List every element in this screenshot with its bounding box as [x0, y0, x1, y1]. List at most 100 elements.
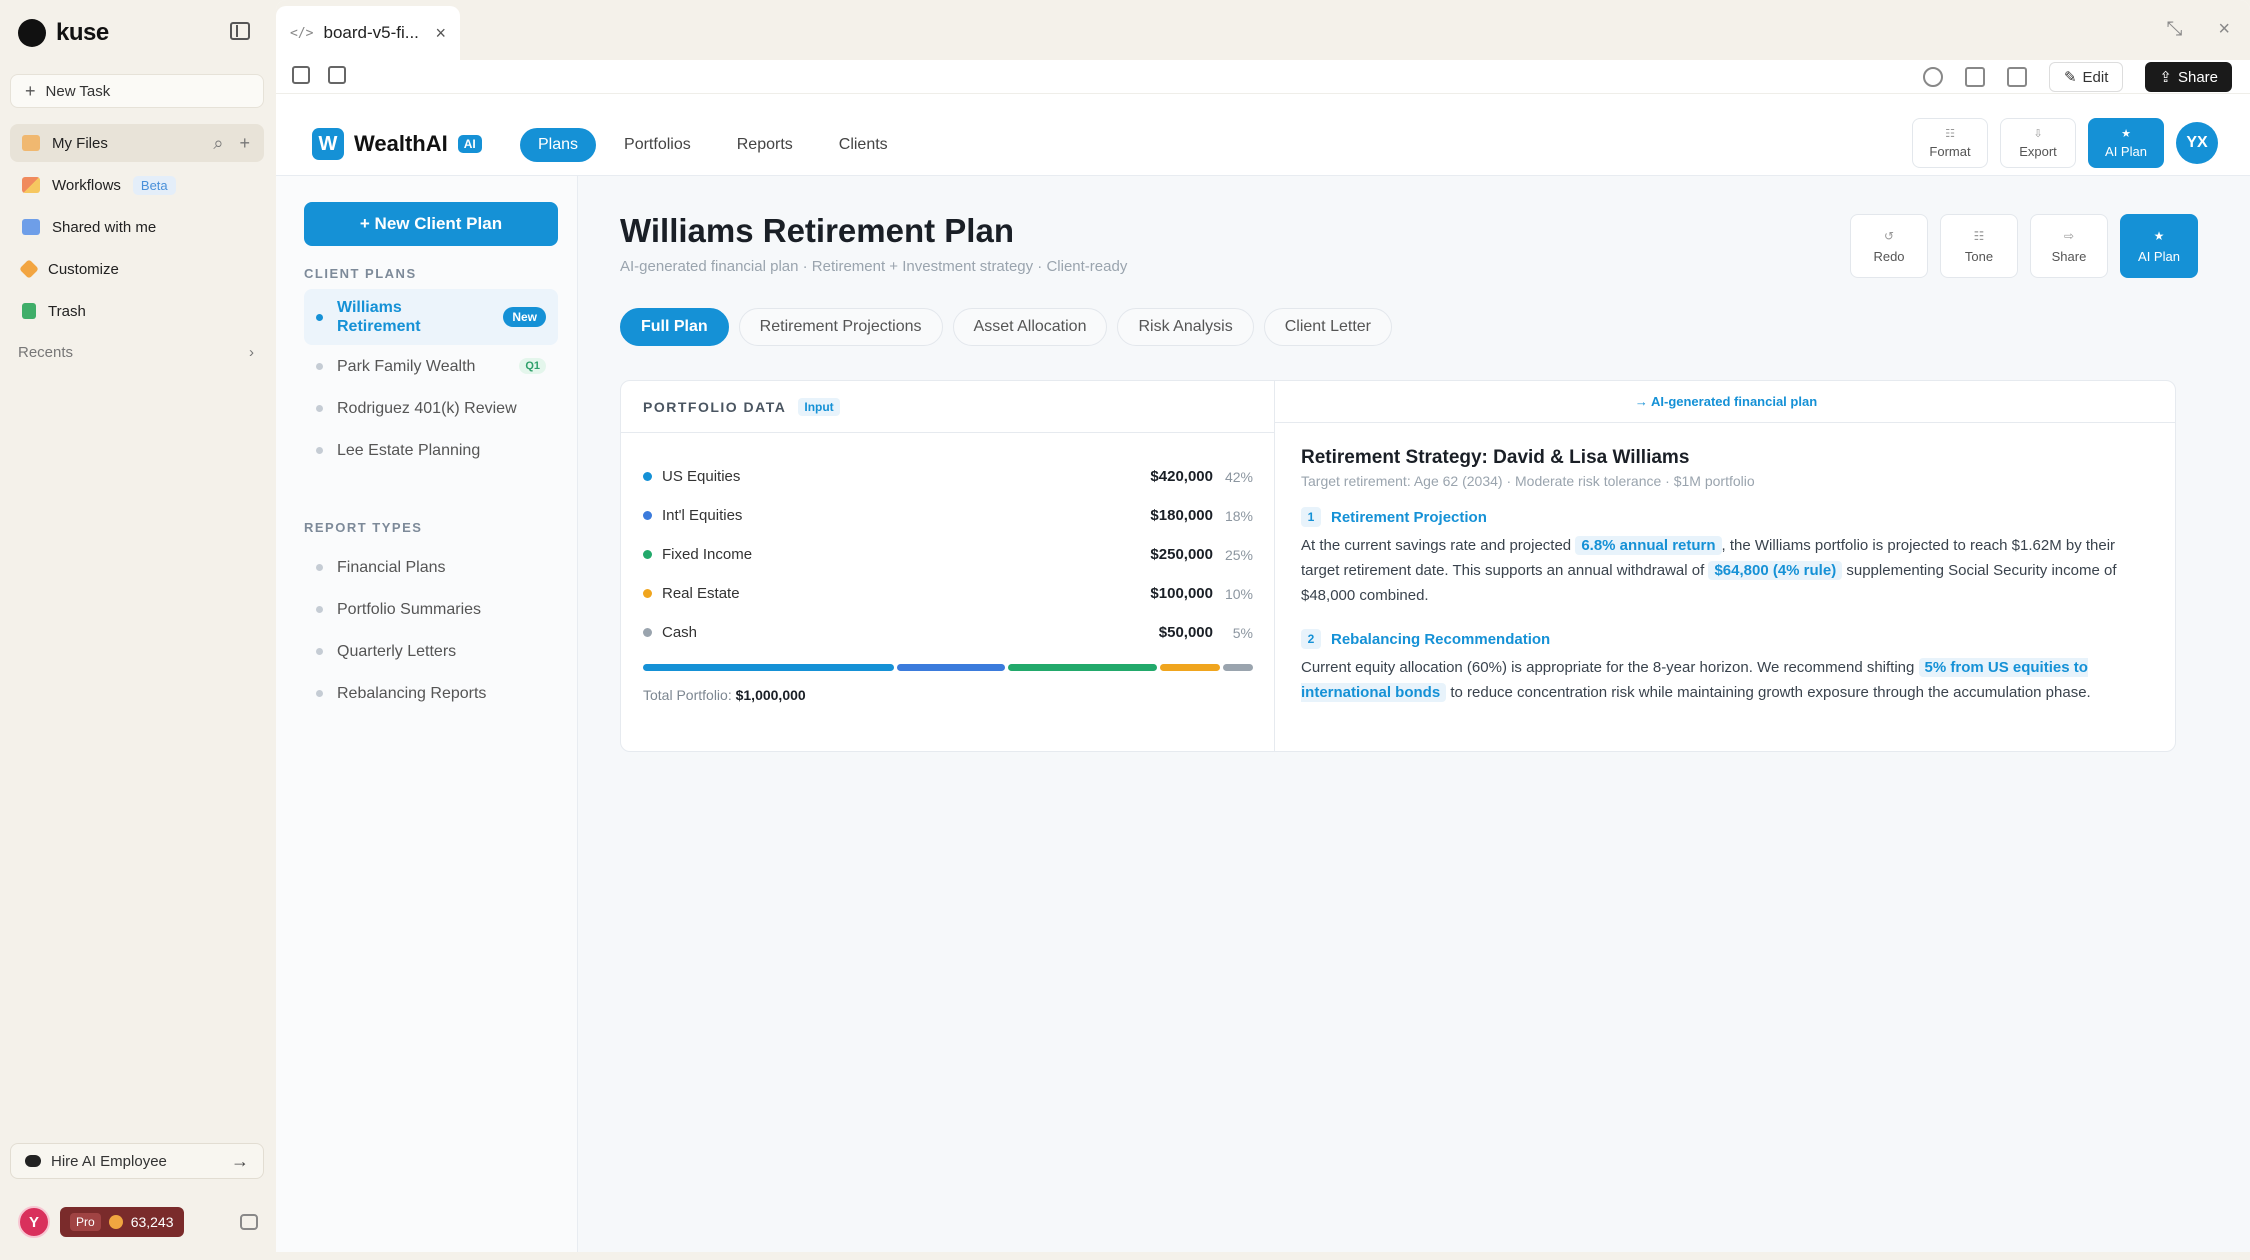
nav-tab-portfolios[interactable]: Portfolios: [606, 128, 709, 162]
section-rebalancing: 2 Rebalancing Recommendation: [1301, 629, 1550, 649]
holding-name: Cash: [662, 624, 698, 641]
preview-icon[interactable]: [1964, 67, 1985, 87]
plan-tabs: Full Plan Retirement Projections Asset A…: [620, 308, 1392, 346]
document-view-icon[interactable]: [328, 66, 346, 84]
page-actions: ↺ Redo ☷ Tone ⇨ Share ★ AI Plan: [1850, 214, 2198, 278]
total-portfolio-value: $1,000,000: [735, 687, 806, 703]
brand-logo-icon: [18, 19, 46, 47]
allocation-segment: [1160, 664, 1221, 671]
shared-icon: [22, 219, 40, 235]
search-icon[interactable]: ⌕: [213, 133, 223, 154]
bullet-icon: [316, 689, 323, 697]
report-type-rebalancing[interactable]: Rebalancing Reports: [304, 672, 558, 714]
nav-item-workflows[interactable]: Workflows Beta: [10, 166, 264, 204]
add-icon[interactable]: +: [239, 133, 250, 154]
share-icon: ⇪: [2159, 69, 2172, 86]
document-tab-title: board-v5-fi...: [323, 23, 419, 42]
report-type-quarterly-letters[interactable]: Quarterly Letters: [304, 630, 558, 672]
user-avatar-yx[interactable]: YX: [2176, 122, 2218, 164]
share-arrow-icon: ⇨: [2063, 228, 2075, 243]
tab-full-plan[interactable]: Full Plan: [620, 308, 729, 346]
main-nav: Plans Portfolios Reports Clients: [520, 128, 906, 162]
highlight-annual-return: 6.8% annual return: [1575, 536, 1722, 555]
hire-ai-employee-button[interactable]: Hire AI Employee →: [10, 1143, 264, 1179]
holding-percent: 18%: [1224, 507, 1253, 524]
wealthai-logo[interactable]: W WealthAI AI: [312, 128, 482, 160]
feedback-icon[interactable]: [240, 1214, 258, 1230]
beta-badge: Beta: [132, 175, 176, 195]
total-portfolio: Total Portfolio: $1,000,000: [643, 687, 806, 703]
workflow-icon: [22, 177, 40, 193]
share-plan-label: Share: [2051, 248, 2087, 264]
export-icon: ⇩: [2033, 128, 2043, 140]
plan-item-park[interactable]: Park Family Wealth Q1: [304, 345, 558, 387]
tab-client-letter[interactable]: Client Letter: [1263, 308, 1392, 346]
document-tab[interactable]: </> board-v5-fi... ×: [276, 6, 460, 60]
history-icon[interactable]: [1922, 67, 1943, 87]
trash-icon: [22, 303, 36, 319]
client-plans-list: Williams Retirement New Park Family Weal…: [304, 289, 558, 471]
report-type-label: Quarterly Letters: [337, 642, 457, 660]
share-button[interactable]: ⇪ Share: [2145, 62, 2232, 92]
nav-tab-reports[interactable]: Reports: [719, 128, 811, 162]
tone-button[interactable]: ☷ Tone: [1940, 214, 2018, 278]
report-type-financial-plans[interactable]: Financial Plans: [304, 546, 558, 588]
nav-item-shared[interactable]: Shared with me: [10, 208, 264, 246]
ai-badge: AI: [457, 135, 482, 153]
new-client-plan-button[interactable]: + New Client Plan: [304, 202, 558, 246]
holding-percent: 25%: [1224, 546, 1253, 563]
new-task-label: New Task: [45, 82, 111, 100]
holding-name: Int'l Equities: [662, 507, 743, 524]
tab-asset-allocation[interactable]: Asset Allocation: [952, 308, 1108, 346]
nav-item-customize[interactable]: Customize: [10, 250, 264, 288]
allocation-segment: [1007, 664, 1158, 671]
new-task-button[interactable]: + New Task: [10, 74, 264, 108]
client-plans-heading: CLIENT PLANS: [304, 266, 417, 281]
coin-icon: [108, 1215, 123, 1229]
desktop-view-icon[interactable]: [292, 66, 310, 84]
tab-retirement-projections[interactable]: Retirement Projections: [738, 308, 943, 346]
retirement-projection-text: At the current savings rate and projecte…: [1301, 533, 2157, 608]
portfolio-data-header: PORTFOLIO DATA Input: [621, 381, 1274, 433]
plan-item-rodriguez[interactable]: Rodriguez 401(k) Review: [304, 387, 558, 429]
ai-plan-header-button[interactable]: ★ AI Plan: [2088, 118, 2164, 168]
holding-color-dot: [643, 550, 652, 559]
share-plan-button[interactable]: ⇨ Share: [2030, 214, 2108, 278]
recents-toggle[interactable]: Recents ›: [18, 344, 254, 361]
nav-tab-clients[interactable]: Clients: [821, 128, 906, 162]
app-sidebar: kuse + New Task My Files ⌕ + Workflows B…: [0, 0, 276, 1260]
bullet-icon: [316, 563, 323, 571]
brand[interactable]: kuse: [18, 18, 109, 48]
collapse-icon[interactable]: ⤡: [2166, 18, 2182, 41]
plan-item-williams[interactable]: Williams Retirement New: [304, 289, 558, 345]
close-tab-icon[interactable]: ×: [435, 23, 446, 44]
employee-icon: [25, 1155, 41, 1167]
report-type-label: Portfolio Summaries: [337, 600, 482, 618]
download-icon[interactable]: [2006, 67, 2027, 87]
redo-button[interactable]: ↺ Redo: [1850, 214, 1928, 278]
bullet-icon: [316, 647, 323, 655]
ai-plan-button[interactable]: ★ AI Plan: [2120, 214, 2198, 278]
user-avatar[interactable]: Y: [18, 1206, 50, 1238]
credits-badge[interactable]: Pro 63,243: [60, 1207, 184, 1237]
plan-item-lee[interactable]: Lee Estate Planning: [304, 429, 558, 471]
tab-risk-analysis[interactable]: Risk Analysis: [1117, 308, 1254, 346]
format-button[interactable]: ☷ Format: [1912, 118, 1988, 168]
redo-icon: ↺: [1883, 228, 1895, 243]
window-controls: ⤡ ×: [2166, 18, 2230, 41]
share-label: Share: [2177, 68, 2218, 86]
hire-label: Hire AI Employee: [51, 1152, 167, 1170]
nav-tab-plans[interactable]: Plans: [520, 128, 597, 162]
wealthai-logo-icon: W: [312, 128, 344, 160]
nav-item-my-files[interactable]: My Files ⌕ +: [10, 124, 264, 162]
report-types-heading: REPORT TYPES: [304, 520, 423, 535]
edit-button[interactable]: ✎ Edit: [2048, 62, 2124, 92]
recents-label: Recents: [18, 344, 74, 361]
report-type-portfolio-summaries[interactable]: Portfolio Summaries: [304, 588, 558, 630]
export-button[interactable]: ⇩ Export: [2000, 118, 2076, 168]
close-window-icon[interactable]: ×: [2218, 18, 2230, 41]
tone-label: Tone: [1964, 248, 1994, 264]
report-types-list: Financial Plans Portfolio Summaries Quar…: [304, 546, 558, 714]
sidebar-toggle-icon[interactable]: [230, 22, 250, 40]
nav-item-trash[interactable]: Trash: [10, 292, 264, 330]
